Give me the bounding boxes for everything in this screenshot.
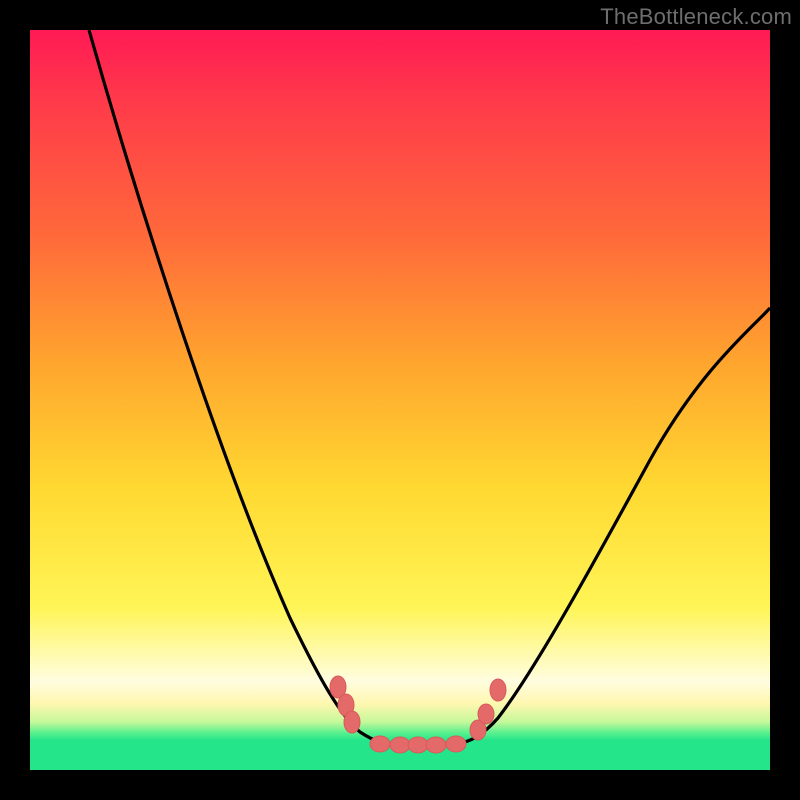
right-curve-path (456, 308, 770, 744)
chart-frame: TheBottleneck.com (0, 0, 800, 800)
marker-dot (408, 737, 428, 753)
chart-svg (30, 30, 770, 770)
marker-dot (426, 737, 446, 753)
marker-dot (478, 704, 494, 724)
marker-dot (370, 736, 390, 752)
marker-dot (390, 737, 410, 753)
curve-group (89, 30, 770, 744)
marker-dot (344, 711, 360, 733)
watermark-text: TheBottleneck.com (600, 4, 792, 30)
left-curve-path (89, 30, 395, 744)
marker-dot (446, 736, 466, 752)
plot-area (30, 30, 770, 770)
marker-dot (490, 679, 506, 701)
markers-group (330, 676, 506, 753)
